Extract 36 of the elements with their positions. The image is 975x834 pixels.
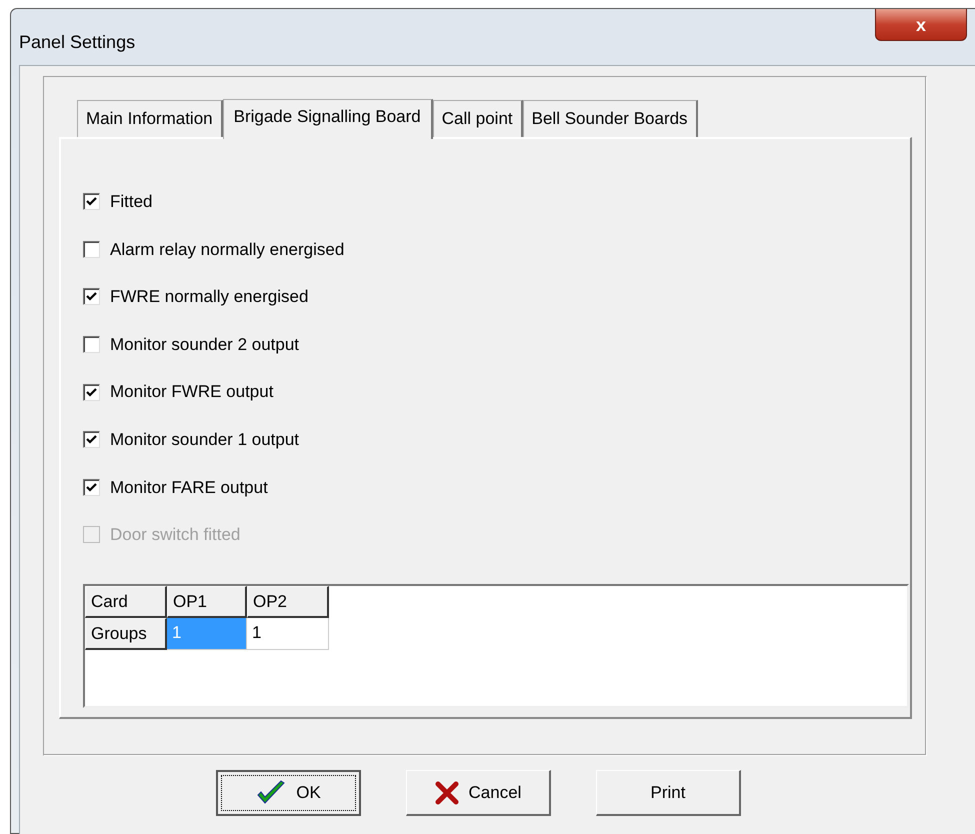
checkbox[interactable] xyxy=(83,478,100,496)
close-button[interactable]: x xyxy=(875,9,967,41)
tab[interactable]: Bell Sounder Boards xyxy=(522,100,698,137)
grid-cell[interactable]: 1 xyxy=(247,618,329,650)
checkmark-icon xyxy=(86,434,97,446)
checkbox[interactable] xyxy=(83,336,100,354)
print-button[interactable]: Print xyxy=(596,770,741,816)
checkbox-label: Monitor FWRE output xyxy=(110,381,274,404)
checkmark-icon xyxy=(86,196,97,208)
checkbox-label: Monitor sounder 1 output xyxy=(110,429,300,452)
checkbox[interactable] xyxy=(83,384,100,401)
checkbox-label: Monitor sounder 2 output xyxy=(110,334,300,356)
cancel-button[interactable]: Cancel xyxy=(406,770,551,816)
checkmark-icon xyxy=(86,482,97,493)
checkbox-label: Monitor FARE output xyxy=(110,476,268,499)
tab[interactable]: Call point xyxy=(432,100,523,137)
checkbox-label: FWRE normally energised xyxy=(110,286,308,308)
column-header: OP1 xyxy=(167,586,247,618)
checkbox[interactable] xyxy=(83,240,100,258)
checkbox-label: Alarm relay normally energised xyxy=(110,238,344,261)
ok-button[interactable]: OK xyxy=(216,770,361,816)
checkmark-icon xyxy=(86,291,97,302)
checkbox[interactable] xyxy=(83,193,100,210)
checkbox-label: Door switch fitted xyxy=(110,524,240,546)
checkmark-icon xyxy=(256,780,286,806)
row-header: Groups xyxy=(85,618,167,650)
cross-icon xyxy=(434,780,459,804)
column-header: Card xyxy=(85,586,167,618)
tab[interactable]: Main Information xyxy=(77,100,223,137)
checkbox[interactable] xyxy=(83,431,100,448)
column-header: OP2 xyxy=(247,586,329,618)
tab[interactable]: Brigade Signalling Board xyxy=(222,98,433,139)
checkbox-label: Fitted xyxy=(110,191,153,214)
window-title: Panel Settings xyxy=(19,31,136,54)
checkbox[interactable] xyxy=(83,288,100,306)
checkmark-icon xyxy=(86,386,97,398)
